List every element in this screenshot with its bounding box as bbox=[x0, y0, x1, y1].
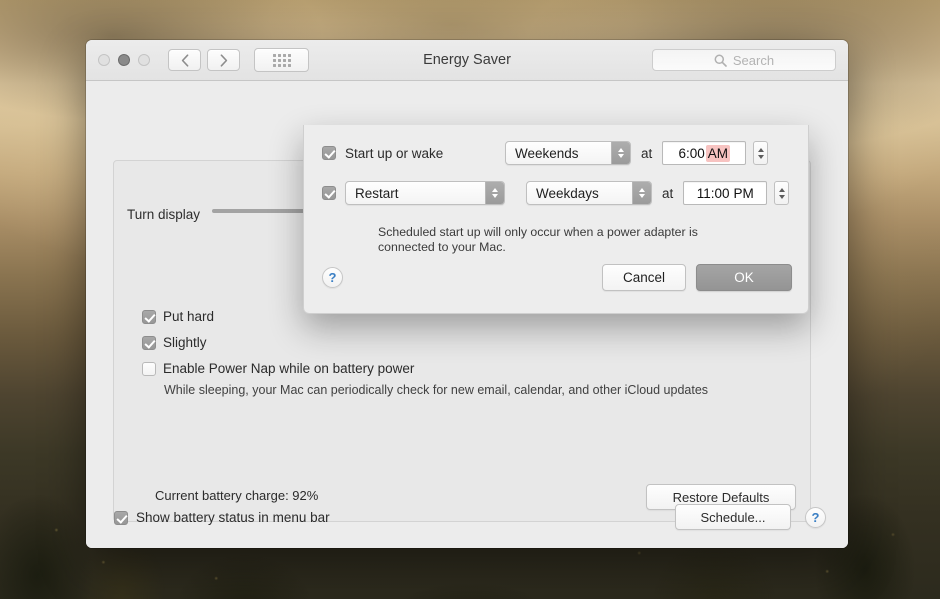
shutdown-days-value: Weekdays bbox=[536, 185, 599, 201]
back-button[interactable] bbox=[168, 49, 201, 71]
shutdown-time-meridiem: PM bbox=[733, 185, 754, 201]
navigation-button-group bbox=[168, 49, 240, 71]
schedule-note: Scheduled start up will only occur when … bbox=[378, 225, 698, 254]
startup-time-meridiem: AM bbox=[705, 144, 731, 162]
checkbox-row-dim-display[interactable]: Slightly bbox=[142, 335, 207, 351]
at-label: at bbox=[641, 145, 653, 161]
checkbox-power-nap[interactable] bbox=[142, 362, 156, 376]
shutdown-time-field[interactable]: 11:00 PM bbox=[683, 181, 768, 205]
chevron-updown-icon bbox=[611, 142, 630, 164]
grid-dots-icon bbox=[272, 53, 291, 67]
shutdown-time-stepper[interactable] bbox=[774, 181, 790, 205]
cancel-button[interactable]: Cancel bbox=[602, 264, 686, 291]
startup-days-select[interactable]: Weekends bbox=[505, 141, 631, 165]
checkbox-label: Enable Power Nap while on battery power bbox=[163, 361, 415, 376]
start-up-or-wake-label: Start up or wake bbox=[345, 145, 444, 161]
show-all-button[interactable] bbox=[254, 48, 309, 72]
chevron-updown-icon bbox=[485, 182, 504, 204]
checkbox-row-hard-disk[interactable]: Put hard bbox=[142, 309, 214, 325]
search-placeholder: Search bbox=[732, 52, 775, 68]
help-button[interactable]: ? bbox=[805, 506, 826, 528]
traffic-light-group bbox=[98, 54, 150, 66]
startup-time-stepper[interactable] bbox=[753, 141, 769, 165]
schedule-dialog: Start up or wake Weekends at 6:00 AM Res… bbox=[303, 125, 809, 314]
schedule-button[interactable]: Schedule... bbox=[675, 504, 791, 530]
shutdown-action-select[interactable]: Restart bbox=[345, 181, 505, 205]
checkbox-label: Put hard bbox=[163, 309, 215, 324]
schedule-shutdown-row: Restart Weekdays at 11:00 PM bbox=[304, 181, 808, 205]
shutdown-days-select[interactable]: Weekdays bbox=[526, 181, 652, 205]
startup-time-field[interactable]: 6:00 AM bbox=[662, 141, 747, 165]
shutdown-action-value: Restart bbox=[355, 185, 399, 201]
ok-button[interactable]: OK bbox=[696, 264, 792, 291]
chevron-right-icon bbox=[220, 53, 228, 67]
minimize-button[interactable] bbox=[118, 54, 130, 66]
search-input[interactable]: Search bbox=[652, 49, 836, 71]
forward-button[interactable] bbox=[207, 49, 240, 71]
window-titlebar: Energy Saver Search bbox=[86, 40, 848, 81]
chevron-left-icon bbox=[181, 53, 189, 67]
checkbox-row-menu-bar[interactable]: Show battery status in menu bar bbox=[114, 510, 330, 525]
chevron-updown-icon bbox=[632, 182, 651, 204]
at-label: at bbox=[662, 185, 674, 201]
energy-saver-window: Energy Saver Search Turn display 3 hrs bbox=[86, 40, 848, 548]
checkbox-row-power-nap[interactable]: Enable Power Nap while on battery power bbox=[142, 361, 414, 377]
close-button[interactable] bbox=[98, 54, 110, 66]
checkbox-show-battery-status[interactable] bbox=[114, 510, 128, 525]
checkbox-start-up-or-wake[interactable] bbox=[322, 146, 336, 160]
checkbox-restart-action[interactable] bbox=[322, 186, 336, 200]
checkbox-label: Slightly bbox=[163, 335, 207, 350]
startup-time-value: 6:00 bbox=[678, 145, 705, 161]
zoom-button[interactable] bbox=[138, 54, 150, 66]
display-sleep-label: Turn display bbox=[127, 207, 201, 222]
startup-days-value: Weekends bbox=[515, 145, 579, 161]
schedule-help-button[interactable]: ? bbox=[322, 267, 343, 288]
schedule-startup-row: Start up or wake Weekends at 6:00 AM bbox=[304, 141, 808, 165]
checkbox-label: Show battery status in menu bar bbox=[136, 509, 330, 525]
search-icon bbox=[714, 54, 727, 67]
window-footer: Show battery status in menu bar Schedule… bbox=[86, 486, 848, 548]
schedule-button-group: Cancel OK bbox=[602, 264, 792, 291]
checkbox-dim-display[interactable] bbox=[142, 336, 156, 350]
shutdown-time-value: 11:00 bbox=[696, 185, 730, 201]
checkbox-hard-disk[interactable] bbox=[142, 310, 156, 324]
power-nap-description: While sleeping, your Mac can periodicall… bbox=[164, 383, 709, 397]
